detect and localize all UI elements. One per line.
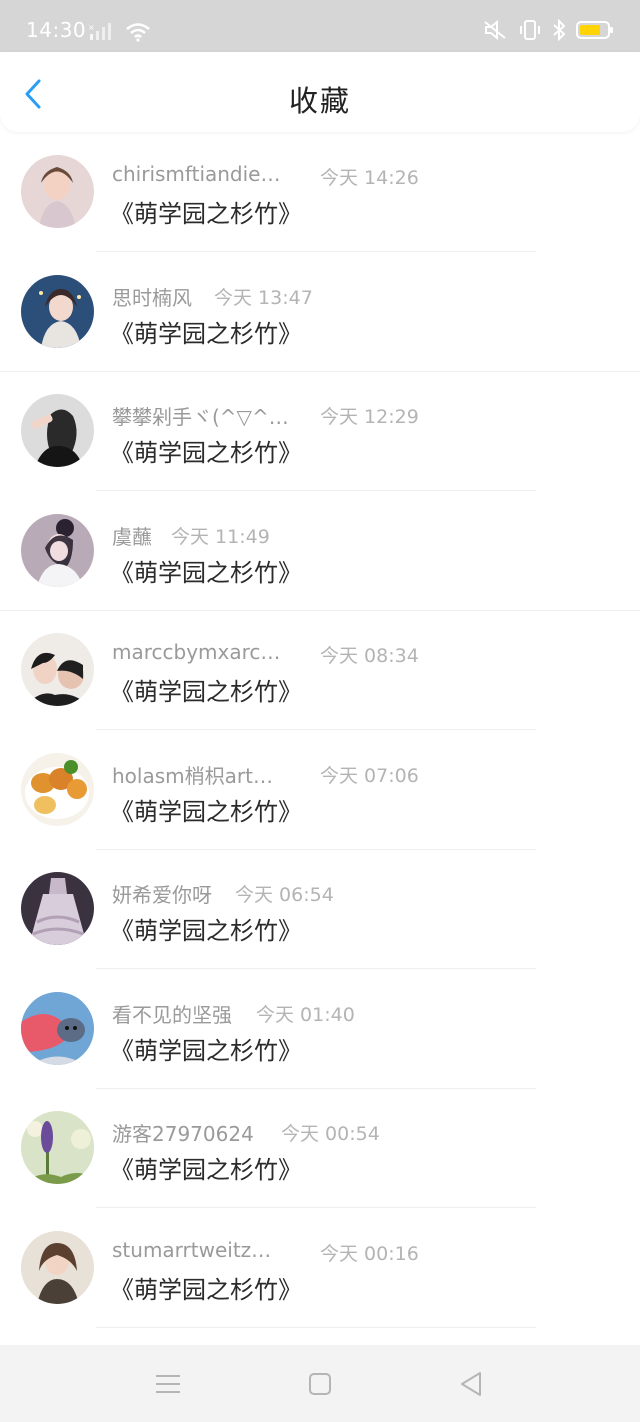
story-title: 《萌学园之杉竹》 (110, 917, 302, 945)
story-title: 《萌学园之杉竹》 (110, 439, 302, 467)
story-title: 《萌学园之杉竹》 (110, 797, 302, 826)
user-name: 思时楠风 (112, 285, 192, 310)
timestamp: 今天 07:06 (320, 764, 419, 787)
list-item[interactable]: 思时楠风 今天 13:47 《萌学园之杉竹》 (0, 253, 640, 373)
signal-icon: × (88, 23, 111, 40)
page-title: 收藏 (288, 84, 351, 118)
list-item[interactable]: 游客27970624 今天 00:54 《萌学园之杉竹》 (0, 1089, 640, 1209)
user-name: 看不见的坚强 (112, 1002, 232, 1027)
list-item[interactable]: 看不见的坚强 今天 01:40 《萌学园之杉竹》 (0, 970, 640, 1090)
timestamp: 今天 12:29 (320, 406, 419, 428)
battery-icon (576, 21, 613, 39)
user-name: stumarrtweitz… (112, 1237, 272, 1262)
avatar[interactable] (21, 274, 94, 348)
timestamp: 今天 11:49 (171, 525, 270, 548)
menu-icon[interactable] (153, 1369, 183, 1399)
list-item[interactable]: 攀攀剁手ヾ(^▽^… 今天 12:29 《萌学园之杉竹》 (0, 372, 640, 492)
timestamp: 今天 14:26 (320, 167, 419, 189)
timestamp: 今天 00:16 (320, 1242, 419, 1265)
vibrate-icon (520, 20, 540, 40)
timestamp: 今天 01:40 (256, 1003, 355, 1026)
wifi-icon (126, 23, 150, 42)
favorites-list: chirismftiandie… 今天 14:26 《萌学园之杉竹》 思时楠风 … (0, 133, 640, 1328)
avatar[interactable] (21, 991, 94, 1065)
avatar[interactable] (21, 872, 94, 945)
triangle-back-icon[interactable] (456, 1369, 486, 1399)
status-bar: 14:30 × (0, 0, 640, 52)
story-title: 《萌学园之杉竹》 (110, 1156, 302, 1184)
avatar[interactable] (21, 1230, 94, 1304)
avatar[interactable] (21, 1111, 94, 1184)
status-time: 14:30 (26, 18, 87, 42)
timestamp: 今天 08:34 (320, 645, 419, 667)
story-title: 《萌学园之杉竹》 (110, 200, 302, 228)
story-title: 《萌学园之杉竹》 (110, 319, 302, 348)
svg-text:×: × (88, 23, 95, 32)
divider (96, 1326, 536, 1328)
list-item[interactable]: stumarrtweitz… 今天 00:16 《萌学园之杉竹》 (0, 1209, 640, 1329)
navigation-bar (0, 1345, 640, 1422)
avatar[interactable] (21, 513, 94, 587)
story-title: 《萌学园之杉竹》 (110, 1036, 302, 1065)
list-item[interactable]: marccbymxarc… 今天 08:34 《萌学园之杉竹》 (0, 611, 640, 731)
list-item[interactable]: 妍希爱你呀 今天 06:54 《萌学园之杉竹》 (0, 850, 640, 970)
mute-icon (484, 19, 506, 41)
list-item[interactable]: chirismftiandie… 今天 14:26 《萌学园之杉竹》 (0, 133, 640, 253)
user-name: 虞蘸 (112, 524, 152, 549)
story-title: 《萌学园之杉竹》 (110, 678, 302, 706)
square-icon[interactable] (305, 1369, 335, 1399)
user-name: 游客27970624 (112, 1122, 254, 1146)
user-name: holasm梢枳art… (112, 763, 273, 788)
story-title: 《萌学园之杉竹》 (110, 1275, 302, 1304)
avatar[interactable] (21, 633, 94, 706)
user-name: chirismftiandie… (112, 162, 281, 186)
timestamp: 今天 13:47 (214, 286, 313, 309)
timestamp: 今天 00:54 (281, 1123, 380, 1145)
avatar[interactable] (21, 394, 94, 467)
user-name: marccbymxarc… (112, 640, 281, 664)
timestamp: 今天 06:54 (235, 884, 334, 906)
list-item[interactable]: holasm梢枳art… 今天 07:06 《萌学园之杉竹》 (0, 731, 640, 851)
list-item[interactable]: 虞蘸 今天 11:49 《萌学园之杉竹》 (0, 492, 640, 612)
avatar[interactable] (21, 752, 94, 826)
user-name: 攀攀剁手ヾ(^▽^… (112, 405, 289, 429)
user-name: 妍希爱你呀 (112, 883, 212, 907)
bluetooth-icon (553, 19, 566, 41)
header: 收藏 (0, 52, 640, 132)
story-title: 《萌学园之杉竹》 (110, 558, 302, 587)
avatar[interactable] (21, 155, 94, 228)
